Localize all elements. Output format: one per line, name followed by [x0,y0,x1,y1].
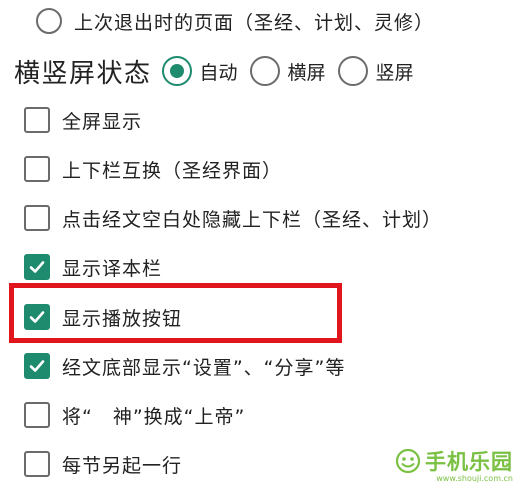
watermark: 手机乐园 www.shouji.com.cn [395,446,513,483]
verse-per-line-label: 每节另起一行 [62,454,183,477]
verse-per-line-checkbox[interactable] [24,451,50,477]
orientation-option-portrait[interactable]: 竖屏 [337,56,414,86]
setting-replace-god-name[interactable]: 将“ 神”换成“上帝” [24,399,245,431]
fullscreen-checkbox[interactable] [24,107,50,133]
smiley-logo-icon [395,449,421,473]
orientation-portrait-label: 竖屏 [375,61,414,84]
orientation-option-landscape[interactable]: 横屏 [249,56,326,86]
checkmark-icon [29,360,45,372]
swap-bars-label: 上下栏互换（圣经界面） [62,159,283,182]
highlight-annotation-box [9,283,342,343]
orientation-auto-label: 自动 [199,61,238,84]
orientation-title: 横竖屏状态 [14,58,152,89]
show-version-bar-label: 显示译本栏 [62,257,163,280]
settings-screen: 上次退出时的页面（圣经、计划、灵修） 横竖屏状态 自动 横屏 竖屏 全屏显示 上… [0,0,519,489]
orientation-setting: 横竖屏状态 自动 横屏 竖屏 [14,52,426,90]
verse-footer-actions-checkbox[interactable] [24,353,50,379]
watermark-text: 手机乐园 [425,450,513,474]
fullscreen-label: 全屏显示 [62,110,143,133]
setting-swap-bars[interactable]: 上下栏互换（圣经界面） [24,153,282,185]
checkmark-icon [29,261,45,273]
orientation-landscape-radio[interactable] [249,56,280,86]
setting-fullscreen[interactable]: 全屏显示 [24,104,142,136]
orientation-auto-radio[interactable] [161,56,192,86]
swap-bars-checkbox[interactable] [24,156,50,182]
orientation-landscape-label: 横屏 [287,61,326,84]
watermark-url: www.shouji.com.cn [436,474,513,483]
show-version-bar-checkbox[interactable] [24,254,50,280]
orientation-portrait-radio[interactable] [337,56,368,86]
setting-tap-hide-bars[interactable]: 点击经文空白处隐藏上下栏（圣经、计划） [24,202,442,234]
setting-verse-footer-actions[interactable]: 经文底部显示“设置”、“分享”等 [24,350,345,382]
tap-hide-bars-label: 点击经文空白处隐藏上下栏（圣经、计划） [62,208,443,231]
replace-god-name-label: 将“ 神”换成“上帝” [62,405,246,428]
tap-hide-bars-checkbox[interactable] [24,205,50,231]
verse-footer-actions-label: 经文底部显示“设置”、“分享”等 [62,356,346,379]
return-page-option[interactable]: 上次退出时的页面（圣经、计划、灵修） [36,4,434,38]
return-page-label: 上次退出时的页面（圣经、计划、灵修） [74,11,435,34]
orientation-option-auto[interactable]: 自动 [161,56,238,86]
setting-show-version-bar[interactable]: 显示译本栏 [24,251,162,283]
return-page-radio[interactable] [36,8,62,34]
replace-god-name-checkbox[interactable] [24,402,50,428]
setting-verse-per-line[interactable]: 每节另起一行 [24,448,182,480]
